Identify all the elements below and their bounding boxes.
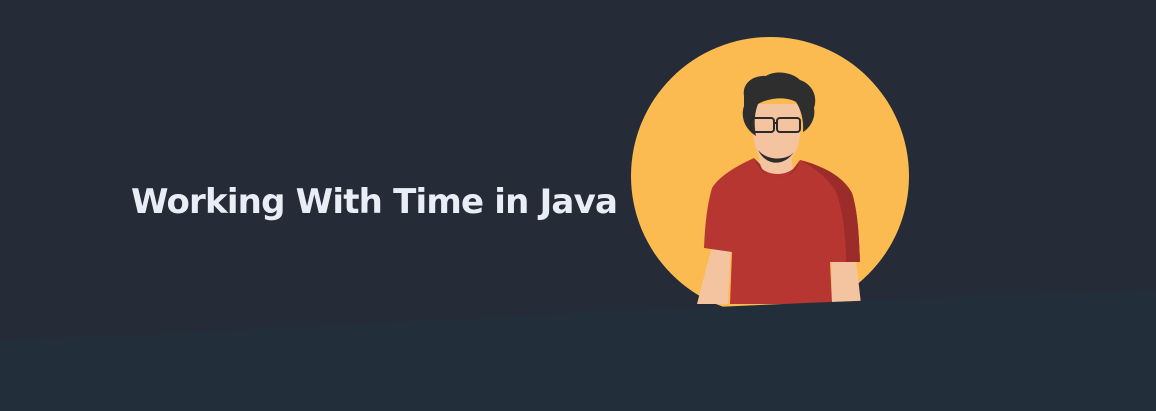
bottom-wave xyxy=(0,290,1156,411)
right-arm xyxy=(831,258,861,304)
hero-banner: Working With Time in Java xyxy=(0,0,1156,411)
page-title: Working With Time in Java xyxy=(131,182,618,222)
